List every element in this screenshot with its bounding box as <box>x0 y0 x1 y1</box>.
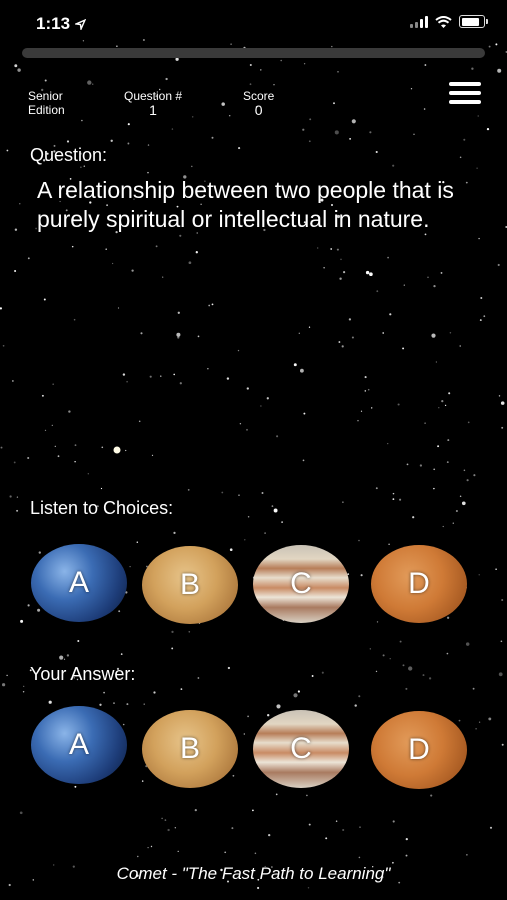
listen-choice-c-button[interactable]: C <box>253 545 349 623</box>
status-icons <box>410 15 488 28</box>
listen-choice-a-button[interactable]: A <box>31 544 127 622</box>
answer-choice-d-button[interactable]: D <box>371 711 467 789</box>
listen-label: Listen to Choices: <box>30 498 174 518</box>
wifi-icon <box>435 15 452 28</box>
question-number-label: Question # <box>124 89 183 103</box>
location-arrow-icon <box>73 18 87 32</box>
battery-icon <box>459 15 488 28</box>
question-number-stat: Question # 1 <box>124 89 182 117</box>
edition-label: Senior Edition <box>28 89 65 117</box>
answer-choice-a-button[interactable]: A <box>31 706 127 784</box>
answer-choice-c-button[interactable]: C <box>253 710 349 788</box>
menu-icon[interactable] <box>449 82 481 104</box>
score-value: 0 <box>254 102 263 118</box>
top-bar <box>22 48 485 58</box>
footer-tagline: Comet - "The Fast Path to Learning" <box>116 864 391 883</box>
status-time: 1:13 <box>36 14 87 34</box>
listen-choice-b-button[interactable]: B <box>142 546 238 624</box>
signal-icon <box>410 15 428 28</box>
score-label: Score <box>243 89 275 103</box>
question-number-value: 1 <box>149 102 157 118</box>
listen-choice-d-button[interactable]: D <box>371 545 467 623</box>
your-answer-label: Your Answer: <box>30 664 136 684</box>
question-label: Question: <box>30 145 108 165</box>
question-text: A relationship between two people that i… <box>37 177 454 232</box>
score-stat: Score 0 <box>243 89 274 117</box>
answer-choice-b-button[interactable]: B <box>142 710 238 788</box>
